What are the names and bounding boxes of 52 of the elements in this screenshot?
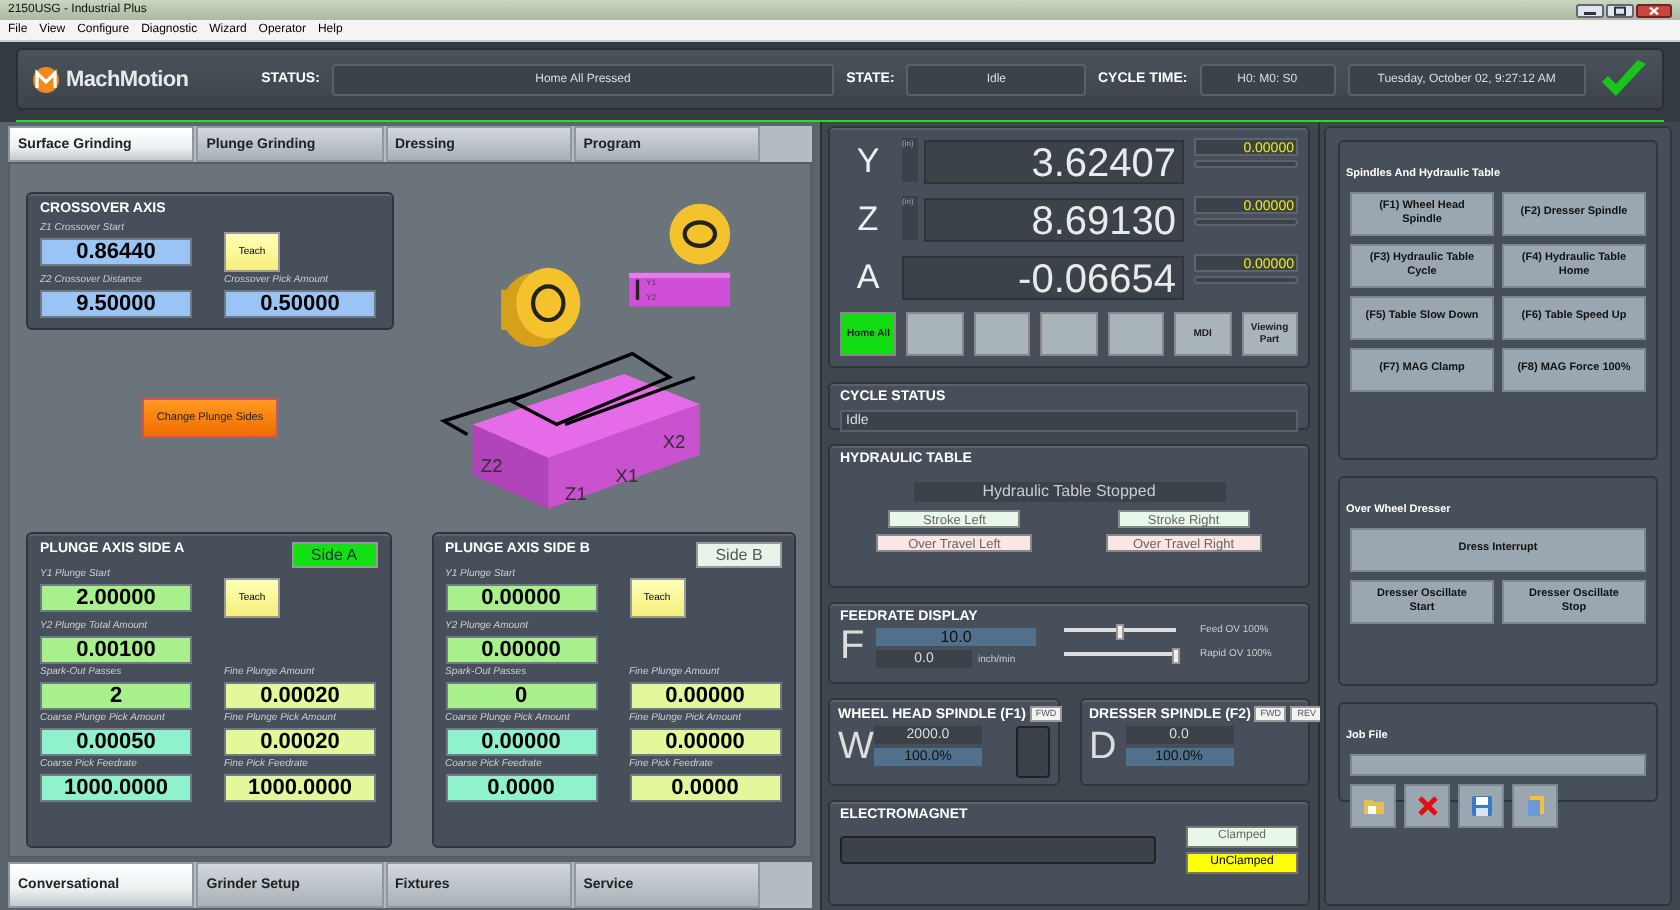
input-field[interactable]: 0.00020 [224,682,376,711]
axis-letter: A [854,257,882,297]
input-field[interactable]: 0.00000 [445,636,597,665]
delete-icon [1415,794,1439,818]
input-field[interactable]: 9.50000 [40,290,192,319]
save-icon [1469,794,1493,818]
folder-icon [1361,794,1385,818]
feedrate-value: 10.0 [876,628,1036,646]
spindle-letter: D [1089,726,1117,770]
axis-position: -0.06654 [902,255,1184,299]
input-field[interactable]: 0.86440 [40,238,192,267]
file-button[interactable] [1512,784,1558,828]
input-field[interactable]: 0.0000 [445,774,597,803]
axis-position: 3.62407 [924,139,1184,183]
input-field[interactable]: 0.50000 [224,290,376,319]
file-icon [1523,794,1547,818]
input-field[interactable]: 0.00050 [40,728,192,757]
feed-letter: F [840,624,867,668]
logo-icon [30,65,62,93]
axis-position: 8.69130 [924,197,1184,241]
axis-letter: Z [855,199,881,239]
close-icon[interactable] [1636,3,1672,17]
input-field[interactable]: 0.00000 [445,728,597,757]
input-field[interactable]: 1000.0000 [40,774,192,803]
minimize-icon[interactable] [1576,3,1604,17]
input-field[interactable]: 2 [40,682,192,711]
open-folder-button[interactable] [1350,784,1396,828]
side-indicator: Side A [291,542,377,569]
blank-button[interactable] [906,312,964,356]
slider-thumb[interactable] [1172,648,1180,664]
input-field[interactable]: 0.00020 [224,728,376,757]
maximize-icon[interactable] [1606,3,1634,17]
side-indicator: Side B [696,542,782,569]
input-field[interactable]: 0.00100 [40,636,192,665]
slider-thumb[interactable] [1116,624,1124,640]
input-field[interactable]: 0.0000 [629,774,781,803]
job-file-field[interactable] [1350,754,1646,776]
logo-text: MachMotion [66,67,189,91]
blank-button[interactable] [1107,312,1165,356]
axis-letter: Y [854,141,882,181]
input-field[interactable]: 0.00000 [445,584,597,613]
save-button[interactable] [1458,784,1504,828]
blank-button[interactable] [973,312,1031,356]
input-field[interactable]: 0 [445,682,597,711]
spindle-indicator [1015,726,1049,778]
input-field[interactable]: 2.00000 [40,584,192,613]
input-field[interactable]: 1000.0000 [224,774,376,803]
hydraulic-status: Hydraulic Table Stopped [913,482,1225,502]
input-field[interactable]: 0.00000 [629,728,781,757]
delete-button[interactable] [1404,784,1450,828]
blank-button[interactable] [1040,312,1098,356]
input-field[interactable]: 0.00000 [629,682,781,711]
